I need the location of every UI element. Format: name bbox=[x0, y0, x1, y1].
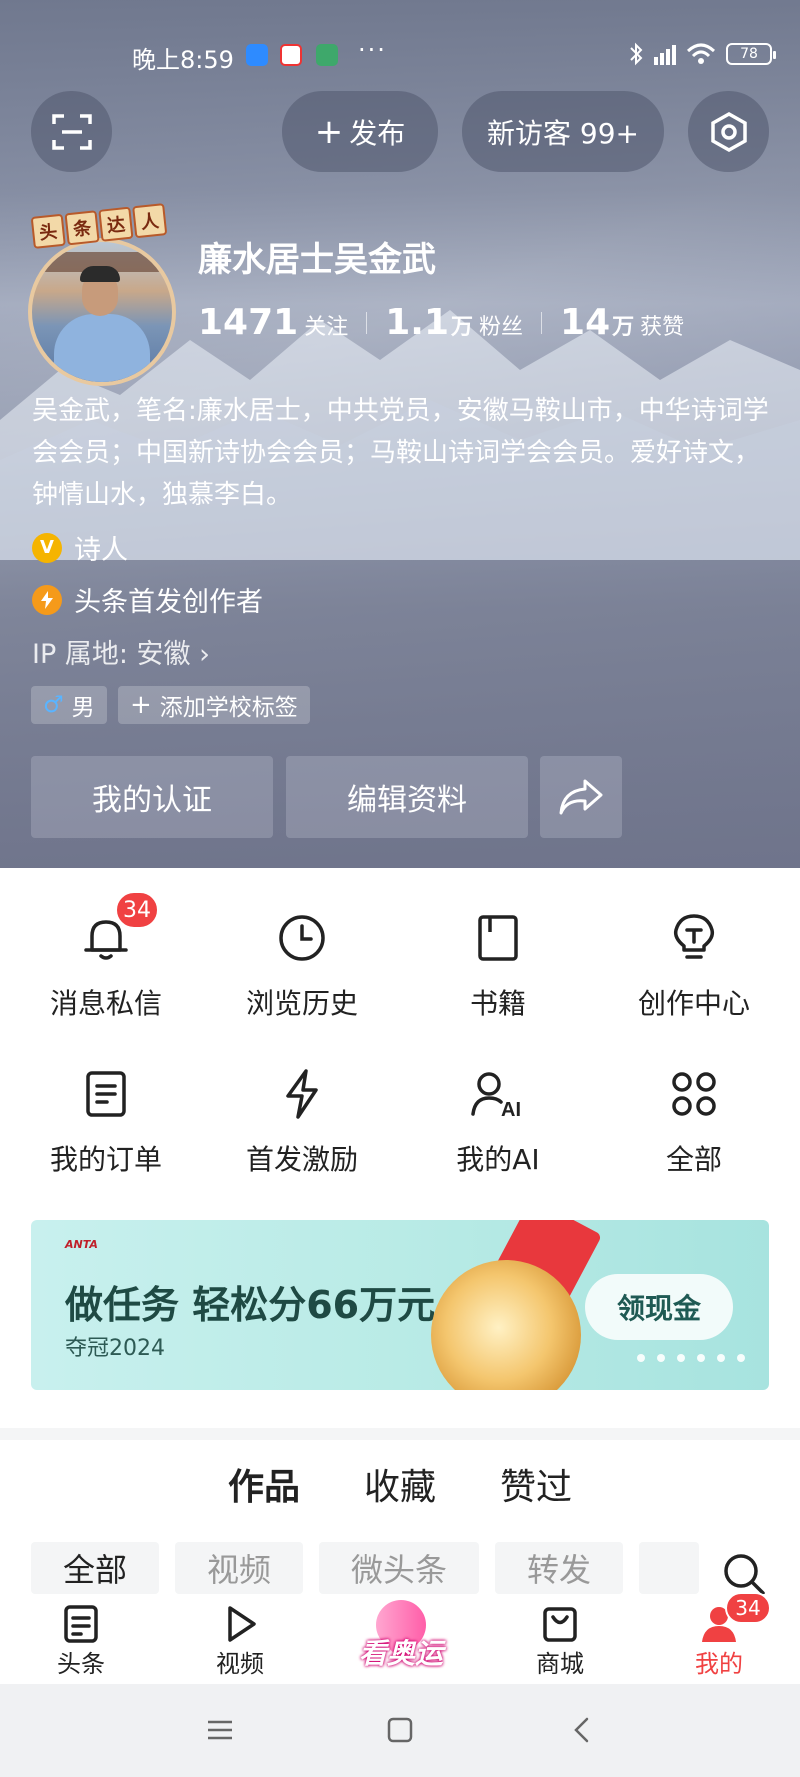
profile-bio: 吴金武，笔名:廉水居士，中共党员，安徽马鞍山市，中华诗词学会会员；中国新诗协会会… bbox=[32, 396, 769, 510]
grid-item-creator-center[interactable]: 创作中心 bbox=[596, 908, 792, 1048]
tab-liked[interactable]: 赞过 bbox=[500, 1458, 572, 1518]
share-button[interactable] bbox=[540, 756, 622, 838]
profile-stats: 1471 关注 1.1 万 粉丝 14 万 获赞 bbox=[198, 302, 684, 343]
system-navigation-bar bbox=[0, 1684, 800, 1777]
back-icon[interactable] bbox=[566, 1714, 598, 1746]
add-school-tag-chip[interactable]: + 添加学校标签 bbox=[118, 686, 310, 724]
promo-banner[interactable]: ANTA 做任务 轻松分66万元 夺冠2024 领现金 bbox=[31, 1220, 769, 1390]
grid-item-first-release-incentive[interactable]: 首发激励 bbox=[204, 1064, 400, 1204]
app-notification-icon bbox=[316, 44, 338, 66]
gender-chip[interactable]: ♂ 男 bbox=[31, 686, 107, 724]
filter-video[interactable]: 视频 bbox=[175, 1542, 304, 1594]
banner-title: 做任务 轻松分66万元 bbox=[65, 1283, 436, 1327]
filter-more[interactable] bbox=[639, 1542, 700, 1594]
messages-count-badge: 34 bbox=[114, 890, 160, 930]
filter-micro-post[interactable]: 微头条 bbox=[319, 1542, 480, 1594]
app-notification-icon bbox=[246, 44, 268, 66]
grid-item-all[interactable]: 全部 bbox=[596, 1064, 792, 1204]
ai-icon: AI bbox=[471, 1072, 521, 1120]
me-count-badge: 34 bbox=[725, 1592, 771, 1624]
edit-profile-button[interactable]: 编辑资料 bbox=[286, 756, 528, 838]
nav-me[interactable]: 34 我的 bbox=[674, 1592, 771, 1679]
grid-icon bbox=[672, 1072, 716, 1116]
shopping-bag-icon bbox=[543, 1607, 577, 1642]
bulb-icon bbox=[673, 914, 715, 959]
scan-icon bbox=[51, 113, 92, 150]
avatar[interactable] bbox=[28, 238, 176, 386]
settings-hexagon-icon bbox=[710, 111, 747, 152]
search-icon[interactable] bbox=[722, 1552, 766, 1596]
bluetooth-icon bbox=[630, 42, 643, 66]
battery-icon: 78 bbox=[726, 43, 776, 65]
nav-mall[interactable]: 商城 bbox=[515, 1604, 605, 1679]
wifi-icon bbox=[686, 43, 716, 64]
lightning-badge-icon bbox=[32, 584, 62, 615]
nav-video[interactable]: 视频 bbox=[195, 1604, 285, 1679]
grid-item-messages[interactable]: 34 消息私信 bbox=[8, 890, 204, 1048]
my-certification-button[interactable]: 我的认证 bbox=[31, 756, 273, 838]
nav-headlines[interactable]: 头条 bbox=[36, 1604, 126, 1679]
app-notification-icon bbox=[280, 44, 302, 66]
headlines-icon bbox=[64, 1605, 98, 1643]
new-visitors-label: 新访客 99+ bbox=[487, 116, 639, 150]
watch-olympics-button[interactable]: 看奥运 bbox=[346, 1589, 456, 1676]
tab-favorites[interactable]: 收藏 bbox=[364, 1458, 436, 1518]
banner-subtitle: 夺冠2024 bbox=[65, 1336, 165, 1361]
avatar-container[interactable]: 头 条 达 人 bbox=[28, 203, 178, 386]
status-time: 晚上8:59 bbox=[132, 46, 234, 74]
verified-title-row: V 诗人 bbox=[32, 528, 128, 567]
plus-icon: + bbox=[130, 690, 152, 720]
publish-button[interactable]: + 发布 bbox=[282, 91, 438, 172]
carousel-indicator bbox=[637, 1354, 745, 1362]
settings-button[interactable] bbox=[688, 91, 769, 172]
ip-location[interactable]: IP 属地: 安徽 › bbox=[32, 632, 210, 671]
profile-header: 晚上8:59 ··· 78 + 发布 新访客 99+ 头 条 达 人 廉水居士吴… bbox=[0, 0, 800, 868]
likes-stat[interactable]: 14 万 获赞 bbox=[560, 302, 684, 343]
bottom-navigation: 头条 视频 看奥运 商城 34 我的 bbox=[0, 1589, 800, 1684]
scan-button[interactable] bbox=[31, 91, 112, 172]
signal-icon bbox=[654, 43, 676, 65]
filter-repost[interactable]: 转发 bbox=[495, 1542, 624, 1594]
clock-icon bbox=[279, 915, 325, 961]
new-visitors-button[interactable]: 新访客 99+ bbox=[462, 91, 664, 172]
order-icon bbox=[86, 1071, 126, 1117]
creator-title-row: 头条首发创作者 bbox=[32, 580, 263, 619]
grid-item-my-ai[interactable]: AI 我的AI bbox=[400, 1064, 596, 1204]
grid-item-orders[interactable]: 我的订单 bbox=[8, 1064, 204, 1204]
book-icon bbox=[478, 915, 518, 961]
menu-icon[interactable] bbox=[204, 1714, 236, 1746]
claim-cash-button[interactable]: 领现金 bbox=[585, 1274, 733, 1340]
profile-name: 廉水居士吴金武 bbox=[198, 240, 436, 280]
more-notifications-icon: ··· bbox=[358, 36, 387, 64]
verified-title: 诗人 bbox=[74, 535, 128, 566]
followers-stat[interactable]: 1.1 万 粉丝 bbox=[385, 302, 523, 343]
play-icon bbox=[228, 1606, 256, 1642]
toutiao-daren-badge: 头 条 达 人 bbox=[30, 203, 168, 249]
anta-logo: ANTA bbox=[65, 1238, 98, 1251]
status-bar: 晚上8:59 ··· 78 bbox=[0, 30, 800, 80]
following-stat[interactable]: 1471 关注 bbox=[198, 302, 348, 343]
filter-all[interactable]: 全部 bbox=[31, 1542, 160, 1594]
home-square-icon[interactable] bbox=[384, 1714, 416, 1746]
share-icon bbox=[559, 779, 603, 815]
grid-item-books[interactable]: 书籍 bbox=[400, 908, 596, 1048]
section-divider bbox=[0, 1428, 800, 1440]
male-icon: ♂ bbox=[43, 692, 64, 718]
verified-v-icon: V bbox=[32, 532, 62, 563]
publish-label: 发布 bbox=[349, 116, 406, 150]
tab-works[interactable]: 作品 bbox=[228, 1458, 300, 1518]
content-tabs: 作品 收藏 赞过 bbox=[0, 1458, 800, 1518]
grid-item-history[interactable]: 浏览历史 bbox=[204, 908, 400, 1048]
svg-text:AI: AI bbox=[501, 1099, 521, 1120]
creator-title: 头条首发创作者 bbox=[74, 587, 263, 618]
lightning-icon bbox=[286, 1069, 318, 1119]
chevron-right-icon: › bbox=[199, 639, 210, 670]
content-filters: 全部 视频 微头条 转发 bbox=[31, 1542, 700, 1594]
plus-icon: + bbox=[314, 111, 344, 152]
